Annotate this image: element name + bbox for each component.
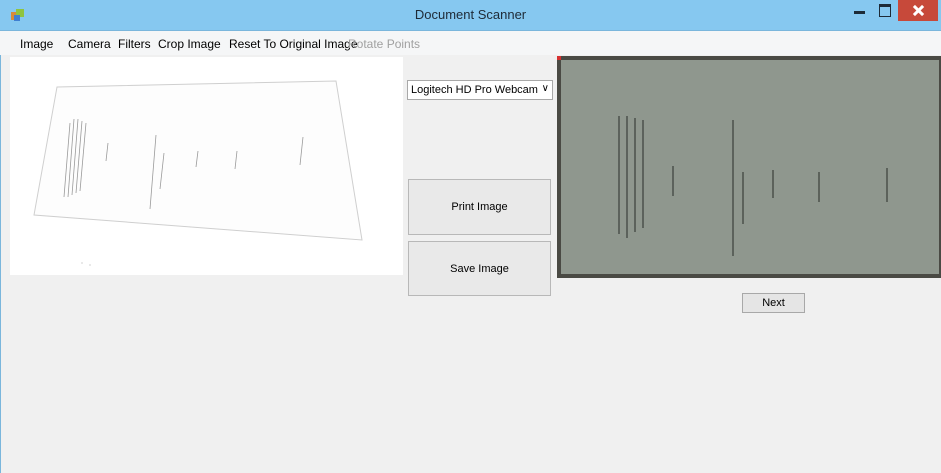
window-title: Document Scanner [414, 7, 527, 22]
menu-reset-to-original[interactable]: Reset To Original Image [229, 37, 358, 51]
scanned-document-image [557, 56, 939, 274]
minimize-icon[interactable] [846, 0, 872, 21]
menu-camera[interactable]: Camera [68, 37, 111, 51]
camera-select-value: Logitech HD Pro Webcam C910 [411, 84, 539, 96]
camera-select[interactable]: Logitech HD Pro Webcam C910 ∨ [407, 80, 553, 100]
next-button[interactable]: Next [742, 293, 805, 313]
menu-filters[interactable]: Filters [118, 37, 151, 51]
print-image-button[interactable]: Print Image [408, 179, 551, 235]
menu-crop-image[interactable]: Crop Image [158, 37, 221, 51]
original-document-photo [33, 80, 363, 266]
menu-image[interactable]: Image [20, 37, 53, 51]
dropdown-arrow-icon[interactable]: ∨ [542, 83, 549, 94]
save-image-button[interactable]: Save Image [408, 241, 551, 296]
scanned-image-view[interactable] [557, 56, 941, 278]
close-icon[interactable] [898, 0, 938, 21]
menu-bar: Image Camera Filters Crop Image Reset To… [0, 31, 941, 55]
original-image-view[interactable] [10, 57, 403, 275]
window-border [0, 31, 1, 473]
menu-rotate-points: Rotate Points [348, 37, 421, 51]
maximize-icon[interactable] [872, 0, 898, 21]
title-bar[interactable]: Document Scanner [0, 0, 941, 31]
